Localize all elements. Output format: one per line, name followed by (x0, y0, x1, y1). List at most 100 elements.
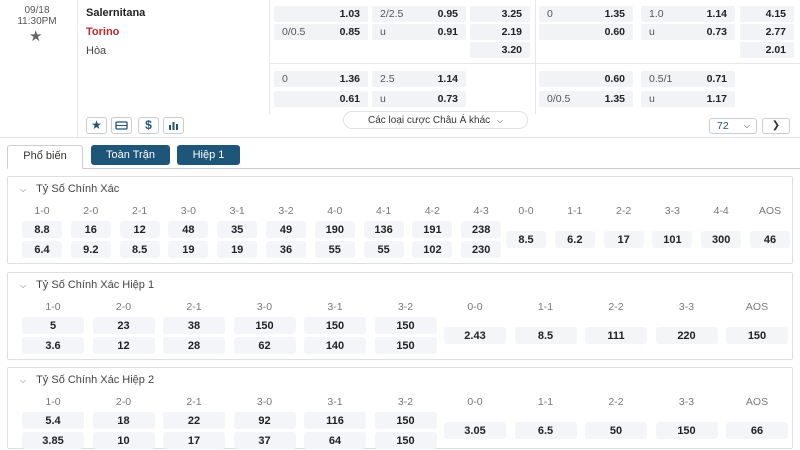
score-odds-button[interactable]: 12 (92, 337, 155, 354)
score-odds-button[interactable]: 28 (163, 337, 225, 354)
odds-cell[interactable]: 0 1.35 (539, 6, 633, 22)
score-odds-button[interactable]: 18 (92, 412, 155, 429)
odds-value: 0.91 (437, 26, 458, 38)
score-odds-button[interactable]: 50 (585, 422, 647, 439)
score-odds-button[interactable]: 150 (655, 422, 718, 439)
score-odds-button[interactable]: 150 (374, 317, 437, 334)
score-odds-button[interactable]: 111 (585, 327, 647, 344)
score-odds-button[interactable]: 17 (603, 231, 644, 248)
score-odds-button[interactable]: 6.5 (514, 422, 577, 439)
score-odds-button[interactable]: 19 (217, 241, 258, 258)
score-odds-button[interactable]: 23 (92, 317, 155, 334)
score-label: 3-2 (397, 301, 414, 313)
odds-cell[interactable]: 4.15 (740, 6, 794, 22)
favorite-star-icon[interactable]: ★ (86, 117, 107, 134)
star-icon[interactable]: ★ (29, 27, 42, 45)
panel-header[interactable]: ⌵ Tỷ Số Chính Xác (20, 183, 119, 195)
score-odds-button[interactable]: 190 (314, 221, 355, 238)
dollar-icon[interactable]: $ (138, 117, 159, 134)
score-odds-button[interactable]: 66 (726, 422, 788, 439)
score-odds-button[interactable]: 220 (655, 327, 718, 344)
score-odds-button[interactable]: 191 (412, 221, 453, 238)
odds-cell[interactable]: 3.25 (470, 6, 530, 22)
score-odds-button[interactable]: 140 (304, 337, 366, 354)
chevron-right-icon[interactable]: ❯ (762, 118, 790, 134)
score-odds-button[interactable]: 37 (233, 432, 296, 449)
score-odds-button[interactable]: 55 (314, 241, 355, 258)
odds-cell[interactable]: 1.0 1.14 (641, 6, 735, 22)
score-odds-button[interactable]: 136 (363, 221, 404, 238)
score-odds-button[interactable]: 64 (304, 432, 366, 449)
odds-cell[interactable]: 2.77 (740, 24, 794, 40)
tab-popular[interactable]: Phổ biến (7, 145, 83, 169)
stadium-icon[interactable] (111, 117, 132, 134)
score-odds-button[interactable]: 6.4 (22, 241, 62, 258)
score-odds-button[interactable]: 150 (304, 317, 366, 334)
score-odds-button[interactable]: 92 (233, 412, 296, 429)
more-markets-button[interactable]: Các loại cược Châu Á khác ⌵ (343, 111, 528, 129)
odds-cell[interactable]: 1.03 (274, 6, 368, 22)
score-odds-button[interactable]: 8.5 (506, 231, 546, 248)
score-label: 2-2 (608, 301, 624, 313)
odds-cell[interactable]: u 0.91 (372, 24, 466, 40)
odds-cell[interactable]: 2.01 (740, 42, 794, 58)
score-odds-button[interactable]: 22 (163, 412, 225, 429)
odds-cell[interactable]: 0/0.5 0.85 (274, 24, 368, 40)
market-count-button[interactable]: 72 ⌵ (709, 118, 757, 134)
score-odds-button[interactable]: 230 (461, 241, 502, 258)
tab-underline (83, 168, 800, 169)
tab-first-half[interactable]: Hiệp 1 (177, 145, 240, 165)
score-odds-button[interactable]: 8.8 (22, 221, 62, 238)
score-odds-button[interactable]: 9.2 (70, 241, 111, 258)
score-odds-button[interactable]: 150 (374, 412, 437, 429)
score-odds-button[interactable]: 300 (701, 231, 742, 248)
score-odds-button[interactable]: 238 (461, 221, 502, 238)
tab-full-match[interactable]: Toàn Trận (91, 145, 170, 165)
score-odds-button[interactable]: 49 (266, 221, 306, 238)
score-odds-button[interactable]: 8.5 (514, 327, 577, 344)
score-odds-button[interactable]: 17 (163, 432, 225, 449)
score-odds-button[interactable]: 55 (363, 241, 404, 258)
score-odds-button[interactable]: 6.2 (554, 231, 595, 248)
score-odds-button[interactable]: 19 (168, 241, 209, 258)
odds-cell[interactable]: 0.60 (539, 24, 633, 40)
odds-cell[interactable]: u 0.73 (372, 91, 466, 107)
score-odds-button[interactable]: 3.05 (444, 422, 506, 439)
odds-cell[interactable]: u 0.73 (641, 24, 735, 40)
odds-cell[interactable]: 0/0.5 1.35 (539, 91, 633, 107)
score-odds-button[interactable]: 10 (92, 432, 155, 449)
score-odds-button[interactable]: 150 (374, 337, 437, 354)
score-odds-button[interactable]: 3.85 (22, 432, 84, 449)
score-odds-button[interactable]: 8.5 (119, 241, 160, 258)
odds-cell[interactable]: 3.20 (470, 42, 530, 58)
score-odds-button[interactable]: 35 (217, 221, 258, 238)
odds-cell[interactable]: 2/2.5 0.95 (372, 6, 466, 22)
score-odds-button[interactable]: 150 (374, 432, 437, 449)
score-odds-button[interactable]: 5.4 (22, 412, 84, 429)
odds-cell[interactable]: 0.61 (274, 91, 368, 107)
panel-header[interactable]: ⌵ Tỷ Số Chính Xác Hiệp 2 (20, 374, 154, 386)
odds-cell[interactable]: 0.5/1 0.71 (641, 71, 735, 87)
odds-cell[interactable]: 2.19 (470, 24, 530, 40)
score-odds-button[interactable]: 36 (266, 241, 306, 258)
score-odds-button[interactable]: 62 (233, 337, 296, 354)
score-odds-button[interactable]: 12 (119, 221, 160, 238)
score-odds-button[interactable]: 5 (22, 317, 84, 334)
odds-cell[interactable]: 0.60 (539, 71, 633, 87)
panel-header[interactable]: ⌵ Tỷ Số Chính Xác Hiệp 1 (20, 279, 154, 291)
odds-cell[interactable]: 2.5 1.14 (372, 71, 466, 87)
score-odds-button[interactable]: 38 (163, 317, 225, 334)
score-odds-button[interactable]: 3.6 (22, 337, 84, 354)
odds-cell[interactable]: 0 1.36 (274, 71, 368, 87)
score-odds-button[interactable]: 102 (412, 241, 453, 258)
score-odds-button[interactable]: 150 (233, 317, 296, 334)
score-odds-button[interactable]: 101 (652, 231, 693, 248)
odds-cell[interactable]: u 1.17 (641, 91, 735, 107)
stats-icon[interactable] (163, 117, 184, 134)
score-odds-button[interactable]: 150 (726, 327, 788, 344)
score-odds-button[interactable]: 2.43 (444, 327, 506, 344)
score-odds-button[interactable]: 116 (304, 412, 366, 429)
score-odds-button[interactable]: 48 (168, 221, 209, 238)
score-odds-button[interactable]: 16 (70, 221, 111, 238)
score-odds-button[interactable]: 46 (750, 231, 790, 248)
